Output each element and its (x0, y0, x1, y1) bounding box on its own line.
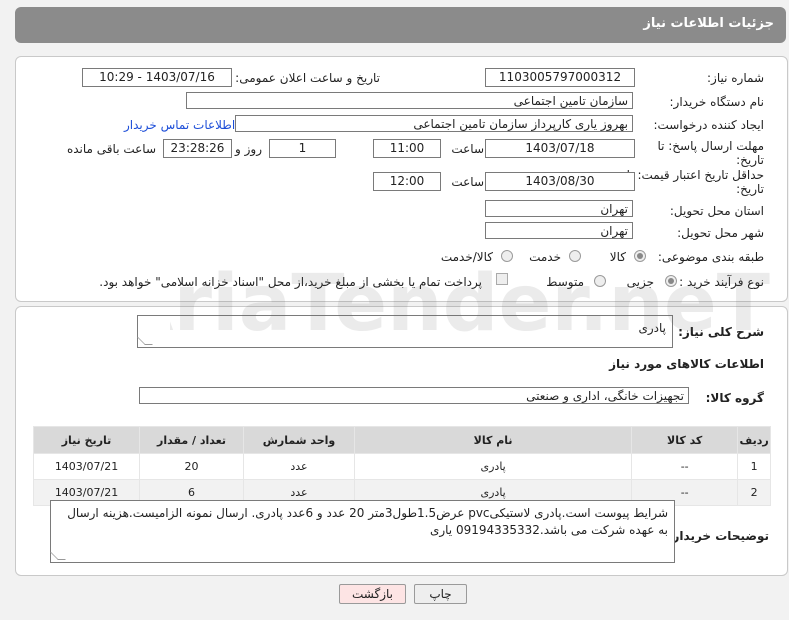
summary-text: پادری (638, 321, 666, 335)
print-button[interactable]: چاپ (414, 584, 467, 604)
cell-quantity: 20 (139, 453, 244, 480)
deadline-date-field: 1403/07/18 (485, 139, 635, 158)
category-goods-service-label: کالا/خدمت (440, 250, 493, 264)
category-service-radio[interactable] (569, 250, 581, 262)
cell-date: 1403/07/21 (32, 453, 141, 480)
category-label: طبقه بندی موضوعی: (657, 250, 764, 264)
cell-code: -- (631, 453, 739, 480)
table-row: 1 -- پادری عدد 20 1403/07/21 (32, 453, 771, 480)
province-field: تهران (485, 200, 633, 217)
announce-label: تاریخ و ساعت اعلان عمومی: (235, 71, 380, 85)
creator-field: بهروز یاری کارپرداز سازمان تامین اجتماعی (235, 115, 633, 132)
buyer-org-field: سازمان تامین اجتماعی (186, 92, 633, 109)
col-header-name: نام کالا (354, 426, 633, 454)
treasury-payment-checkbox[interactable] (496, 273, 508, 285)
process-medium-radio[interactable] (594, 275, 606, 287)
col-header-row: ردیف (737, 426, 771, 454)
group-label: گروه کالا: (705, 391, 764, 405)
col-header-unit: واحد شمارش (242, 426, 356, 454)
resize-handle-icon[interactable] (137, 337, 153, 345)
category-goods-radio[interactable] (634, 250, 646, 262)
category-goods-label: کالا (609, 250, 626, 264)
validity-time-label: ساعت (451, 175, 484, 189)
category-goods-service-radio[interactable] (501, 250, 513, 262)
need-number-label: شماره نیاز: (707, 71, 764, 85)
deadline-time-label: ساعت (451, 142, 484, 156)
validity-date-field: 1403/08/30 (485, 172, 635, 191)
announce-field: 1403/07/16 - 10:29 (82, 68, 232, 87)
category-service-label: خدمت (529, 250, 561, 264)
process-label: نوع فرآیند خرید : (679, 275, 764, 289)
deadline-time-field: 11:00 (373, 139, 441, 158)
page-header: جزئیات اطلاعات نیاز (15, 7, 786, 43)
province-label: استان محل تحویل: (669, 204, 764, 218)
summary-field: پادری (137, 315, 673, 348)
buyer-notes-text: شرایط پیوست است.پادری لاستیکیpvc عرض1.5ط… (67, 506, 668, 537)
items-section-title: اطلاعات کالاهای مورد نیاز (609, 357, 764, 371)
back-button[interactable]: بازگشت (339, 584, 406, 604)
buyer-contact-link[interactable]: اطلاعات تماس خریدار (124, 118, 235, 132)
group-field: تجهیزات خانگی، اداری و صنعتی (139, 387, 689, 404)
items-table-header: ردیف کد کالا نام کالا واحد شمارش تعداد /… (32, 426, 771, 454)
cell-name: پادری (354, 453, 633, 480)
buyer-notes-field: شرایط پیوست است.پادری لاستیکیpvc عرض1.5ط… (50, 500, 675, 563)
need-number-field: 1103005797000312 (485, 68, 635, 87)
treasury-payment-note: پرداخت تمام یا بخشی از مبلغ خرید،از محل … (99, 275, 482, 289)
days-field: 1 (269, 139, 336, 158)
buyer-org-label: نام دستگاه خریدار: (669, 95, 765, 109)
validity-label-1: حداقل تاریخ اعتبار قیمت: تا (626, 168, 764, 182)
days-label: روز و (235, 142, 262, 156)
page-title: جزئیات اطلاعات نیاز (643, 16, 774, 31)
remaining-label: ساعت باقی مانده (66, 142, 156, 156)
col-header-date: تاریخ نیاز (32, 426, 141, 454)
process-minor-label: جزیی (626, 275, 654, 289)
cell-unit: عدد (242, 453, 356, 480)
creator-label: ایجاد کننده درخواست: (653, 118, 764, 132)
deadline-label-2: تاریخ: (736, 153, 764, 167)
process-minor-radio[interactable] (665, 275, 677, 287)
city-field: تهران (485, 222, 633, 239)
city-label: شهر محل تحویل: (677, 226, 764, 240)
col-header-code: کد کالا (631, 426, 739, 454)
cell-row: 2 (737, 479, 771, 506)
validity-label-2: تاریخ: (736, 182, 764, 196)
items-table: ردیف کد کالا نام کالا واحد شمارش تعداد /… (32, 426, 771, 506)
col-header-quantity: تعداد / مقدار (139, 426, 244, 454)
resize-handle-icon[interactable] (50, 552, 66, 560)
summary-label: شرح کلی نیاز: (678, 325, 764, 339)
validity-time-field: 12:00 (373, 172, 441, 191)
process-medium-label: متوسط (546, 275, 584, 289)
buyer-notes-label: توضیحات خریدار: (667, 529, 769, 543)
cell-row: 1 (737, 453, 771, 480)
remaining-time-field: 23:28:26 (163, 139, 232, 158)
deadline-label-1: مهلت ارسال پاسخ: تا (657, 139, 764, 153)
